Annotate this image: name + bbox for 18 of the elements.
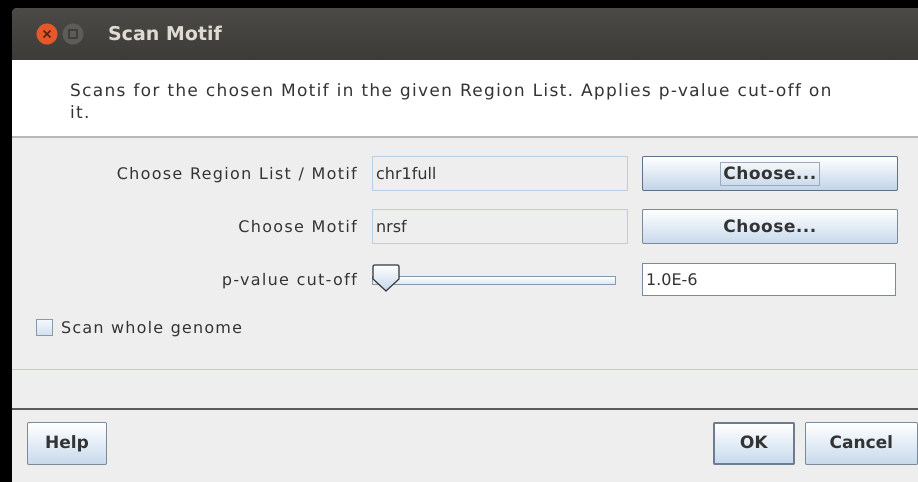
dialog-button[interactable]: OK — [712, 422, 795, 464]
field-label: Choose Motif — [238, 217, 358, 236]
field-label: Choose Region List / Motif — [116, 164, 358, 183]
field-label: p-value cut-off — [222, 270, 358, 288]
maximize-icon[interactable] — [62, 23, 84, 45]
close-icon[interactable] — [36, 23, 58, 45]
text-field[interactable]: nrsf — [372, 209, 628, 244]
slider-thumb[interactable] — [372, 264, 400, 292]
dialog-button[interactable]: Cancel — [804, 422, 918, 464]
input-field[interactable]: 1.0E-6 — [642, 262, 896, 296]
choose-button[interactable]: Choose... — [642, 209, 898, 244]
description-text: Scans for the chosen Motif in the given Region List. Applies p-value cut-off on it. — [70, 80, 834, 124]
window-title: Scan Motif — [108, 23, 222, 45]
checkbox[interactable] — [36, 319, 53, 336]
text-field[interactable]: chr1full — [372, 156, 628, 191]
dialog-button[interactable]: Help — [27, 422, 107, 464]
checkbox-label[interactable]: Scan whole genome — [61, 318, 244, 337]
choose-button[interactable]: Choose... — [642, 156, 898, 191]
